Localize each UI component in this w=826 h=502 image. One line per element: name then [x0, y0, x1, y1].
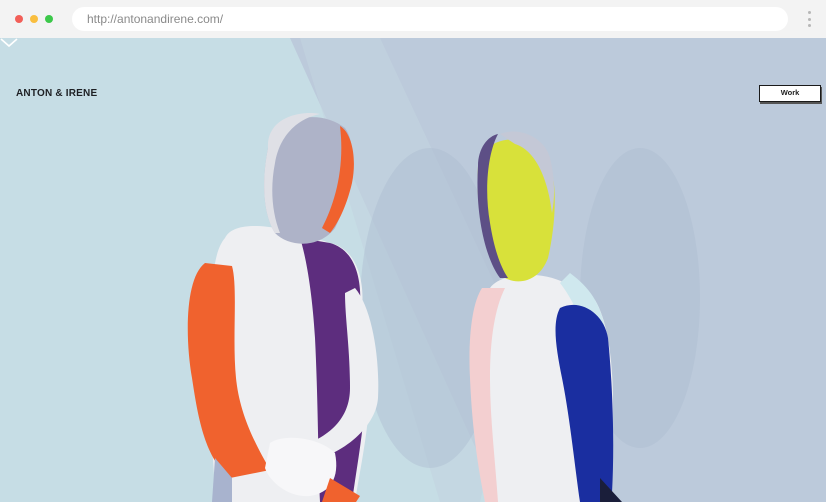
work-nav-button[interactable]: Work — [759, 85, 821, 102]
hero-photo — [0, 38, 826, 502]
browser-toolbar: http://antonandirene.com/ — [0, 0, 826, 38]
window-maximize-button[interactable] — [45, 15, 53, 23]
kebab-menu-icon[interactable] — [805, 11, 813, 27]
window-close-button[interactable] — [15, 15, 23, 23]
window-minimize-button[interactable] — [30, 15, 38, 23]
site-logo[interactable]: ANTON & IRENE — [16, 88, 97, 99]
hero-image: ANTON & IRENE Work — [0, 38, 826, 502]
address-bar[interactable]: http://antonandirene.com/ — [72, 7, 788, 31]
chevron-down-icon[interactable] — [0, 38, 18, 48]
